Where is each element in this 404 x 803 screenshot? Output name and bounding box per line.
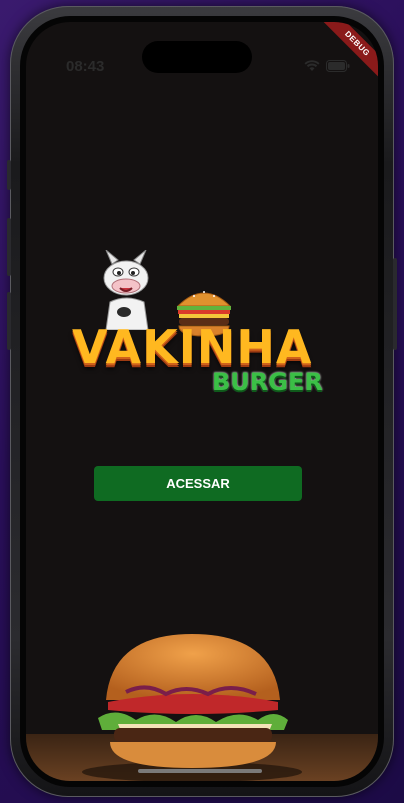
status-time: 08:43 bbox=[66, 58, 105, 75]
wifi-icon bbox=[304, 60, 320, 71]
status-icons bbox=[304, 60, 350, 72]
volume-down-button bbox=[7, 292, 11, 350]
mute-switch bbox=[7, 160, 11, 190]
cow-mascot bbox=[103, 250, 149, 330]
brand-name-sub: BURGER bbox=[212, 368, 323, 396]
power-button bbox=[393, 258, 397, 350]
app-screen: 08:43 DEBUG VAKINHA BURGER ACESSAR bbox=[26, 22, 378, 781]
volume-up-button bbox=[7, 218, 11, 276]
bezel: 08:43 DEBUG VAKINHA BURGER ACESSAR bbox=[20, 16, 384, 787]
battery-icon bbox=[326, 60, 350, 72]
brand-name-main: VAKINHA bbox=[72, 320, 313, 374]
access-button[interactable]: ACESSAR bbox=[94, 466, 302, 501]
phone-frame: 08:43 DEBUG VAKINHA BURGER ACESSAR bbox=[7, 6, 397, 797]
dynamic-island bbox=[142, 41, 252, 73]
vakinha-burger-logo: VAKINHA BURGER bbox=[66, 250, 346, 400]
burger-photo bbox=[26, 634, 378, 781]
home-indicator bbox=[138, 769, 262, 773]
